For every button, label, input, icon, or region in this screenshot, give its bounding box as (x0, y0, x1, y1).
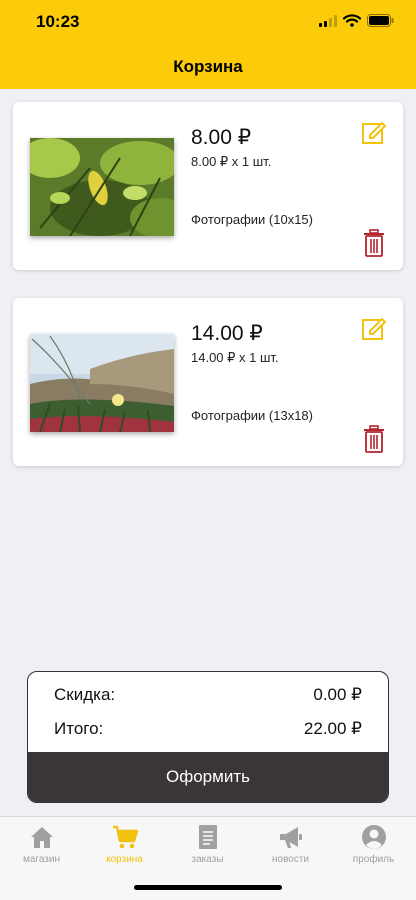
header-bar: 10:23 Корзина (0, 0, 416, 89)
total-value: 22.00 ₽ (303, 719, 362, 738)
tab-label: профиль (352, 854, 395, 865)
cart-item-card: 8.00 ₽ 8.00 ₽ x 1 шт. Фотографии (10x15) (13, 102, 403, 270)
discount-row: Скидка: 0.00 ₽ (54, 685, 362, 705)
discount-value: 0.00 ₽ (313, 685, 362, 704)
home-icon (30, 827, 53, 848)
edit-icon (362, 318, 386, 340)
tab-label: корзина (106, 854, 143, 865)
total-row: Итого: 22.00 ₽ (54, 719, 362, 739)
tab-shop[interactable]: магазин (0, 823, 83, 865)
order-summary: Скидка: 0.00 ₽ Итого: 22.00 ₽ Оформить (27, 671, 389, 803)
item-quantity: 14.00 ₽ x 1 шт. (191, 350, 279, 365)
product-photo (30, 334, 174, 432)
delete-button[interactable] (363, 229, 385, 257)
discount-label: Скидка: (54, 685, 116, 704)
tab-profile[interactable]: профиль (332, 823, 415, 865)
wifi-icon (343, 14, 361, 27)
edit-button[interactable] (361, 315, 387, 341)
edit-icon (362, 122, 386, 144)
product-photo (30, 138, 174, 236)
home-indicator[interactable] (134, 885, 282, 890)
trash-icon (364, 425, 384, 453)
status-time: 10:23 (36, 12, 80, 31)
tab-label: магазин (22, 854, 60, 865)
cart-icon (112, 825, 138, 849)
edit-button[interactable] (361, 119, 387, 145)
megaphone-icon (279, 827, 302, 848)
tab-cart[interactable]: корзина (83, 823, 166, 865)
battery-icon (367, 14, 394, 27)
profile-icon (361, 825, 386, 849)
item-product-type: Фотографии (10x15) (191, 212, 313, 227)
trash-icon (364, 229, 384, 257)
checkout-button[interactable]: Оформить (28, 752, 388, 802)
document-icon (198, 825, 217, 849)
tab-label: новости (271, 854, 309, 865)
status-icons (319, 14, 394, 27)
delete-button[interactable] (363, 425, 385, 453)
tab-label: заказы (191, 854, 224, 865)
item-price: 14.00 ₽ (191, 322, 263, 345)
item-price: 8.00 ₽ (191, 126, 252, 149)
total-label: Итого: (54, 719, 104, 738)
tab-news[interactable]: новости (249, 823, 332, 865)
tab-orders[interactable]: заказы (166, 823, 249, 865)
cart-item-card: 14.00 ₽ 14.00 ₽ x 1 шт. Фотографии (13x1… (13, 298, 403, 466)
page-title: Корзина (173, 57, 243, 76)
item-product-type: Фотографии (13x18) (191, 408, 313, 423)
signal-icon (319, 14, 337, 27)
item-quantity: 8.00 ₽ x 1 шт. (191, 154, 272, 169)
